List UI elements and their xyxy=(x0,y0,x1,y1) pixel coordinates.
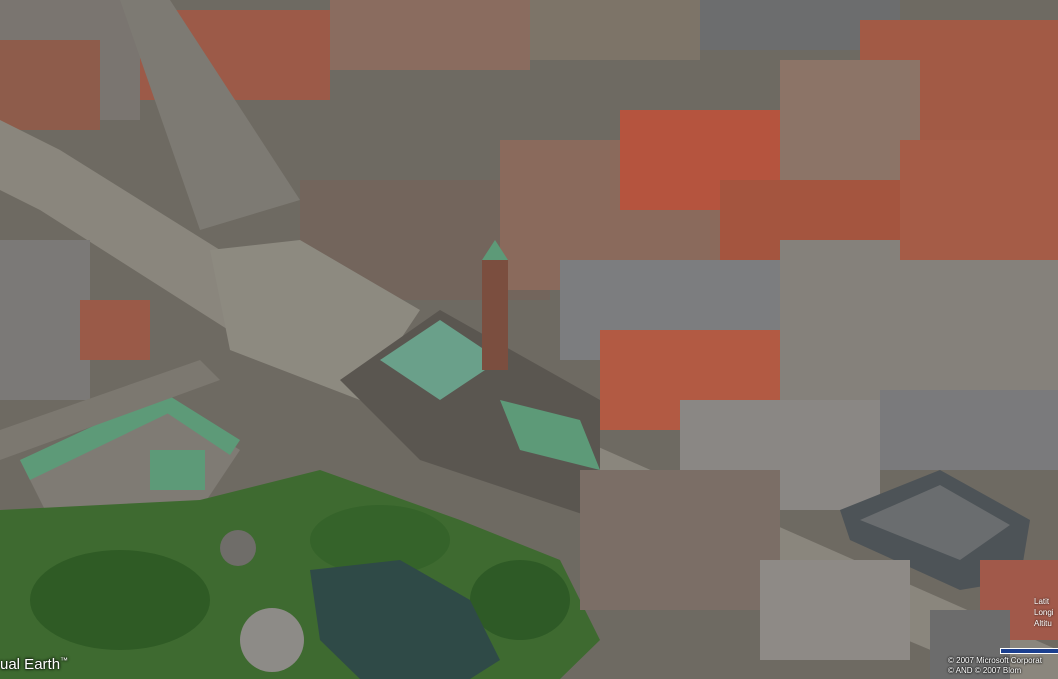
aerial-map-image[interactable] xyxy=(0,0,1058,679)
aerial-map-view[interactable]: ual Earth™ Latit Longi Altitu © 2007 Mic… xyxy=(0,0,1058,679)
copyright-line-2: © AND © 2007 Blom xyxy=(948,666,1022,675)
latitude-label: Latit xyxy=(1034,597,1050,606)
brand-trademark: ™ xyxy=(60,656,69,665)
copyright-notice: © 2007 Microsoft Corporat © AND © 2007 B… xyxy=(948,656,1058,676)
longitude-label: Longi xyxy=(1034,608,1054,617)
round-pavilion xyxy=(240,608,304,672)
copyright-line-1: © 2007 Microsoft Corporat xyxy=(948,656,1042,665)
coordinates-readout: Latit Longi Altitu xyxy=(1034,596,1058,629)
brand-text: ual Earth xyxy=(0,656,61,673)
virtual-earth-logo: ual Earth™ xyxy=(0,652,76,679)
scale-bar xyxy=(1000,648,1058,654)
altitude-label: Altitu xyxy=(1034,619,1052,628)
small-round-building xyxy=(220,530,256,566)
